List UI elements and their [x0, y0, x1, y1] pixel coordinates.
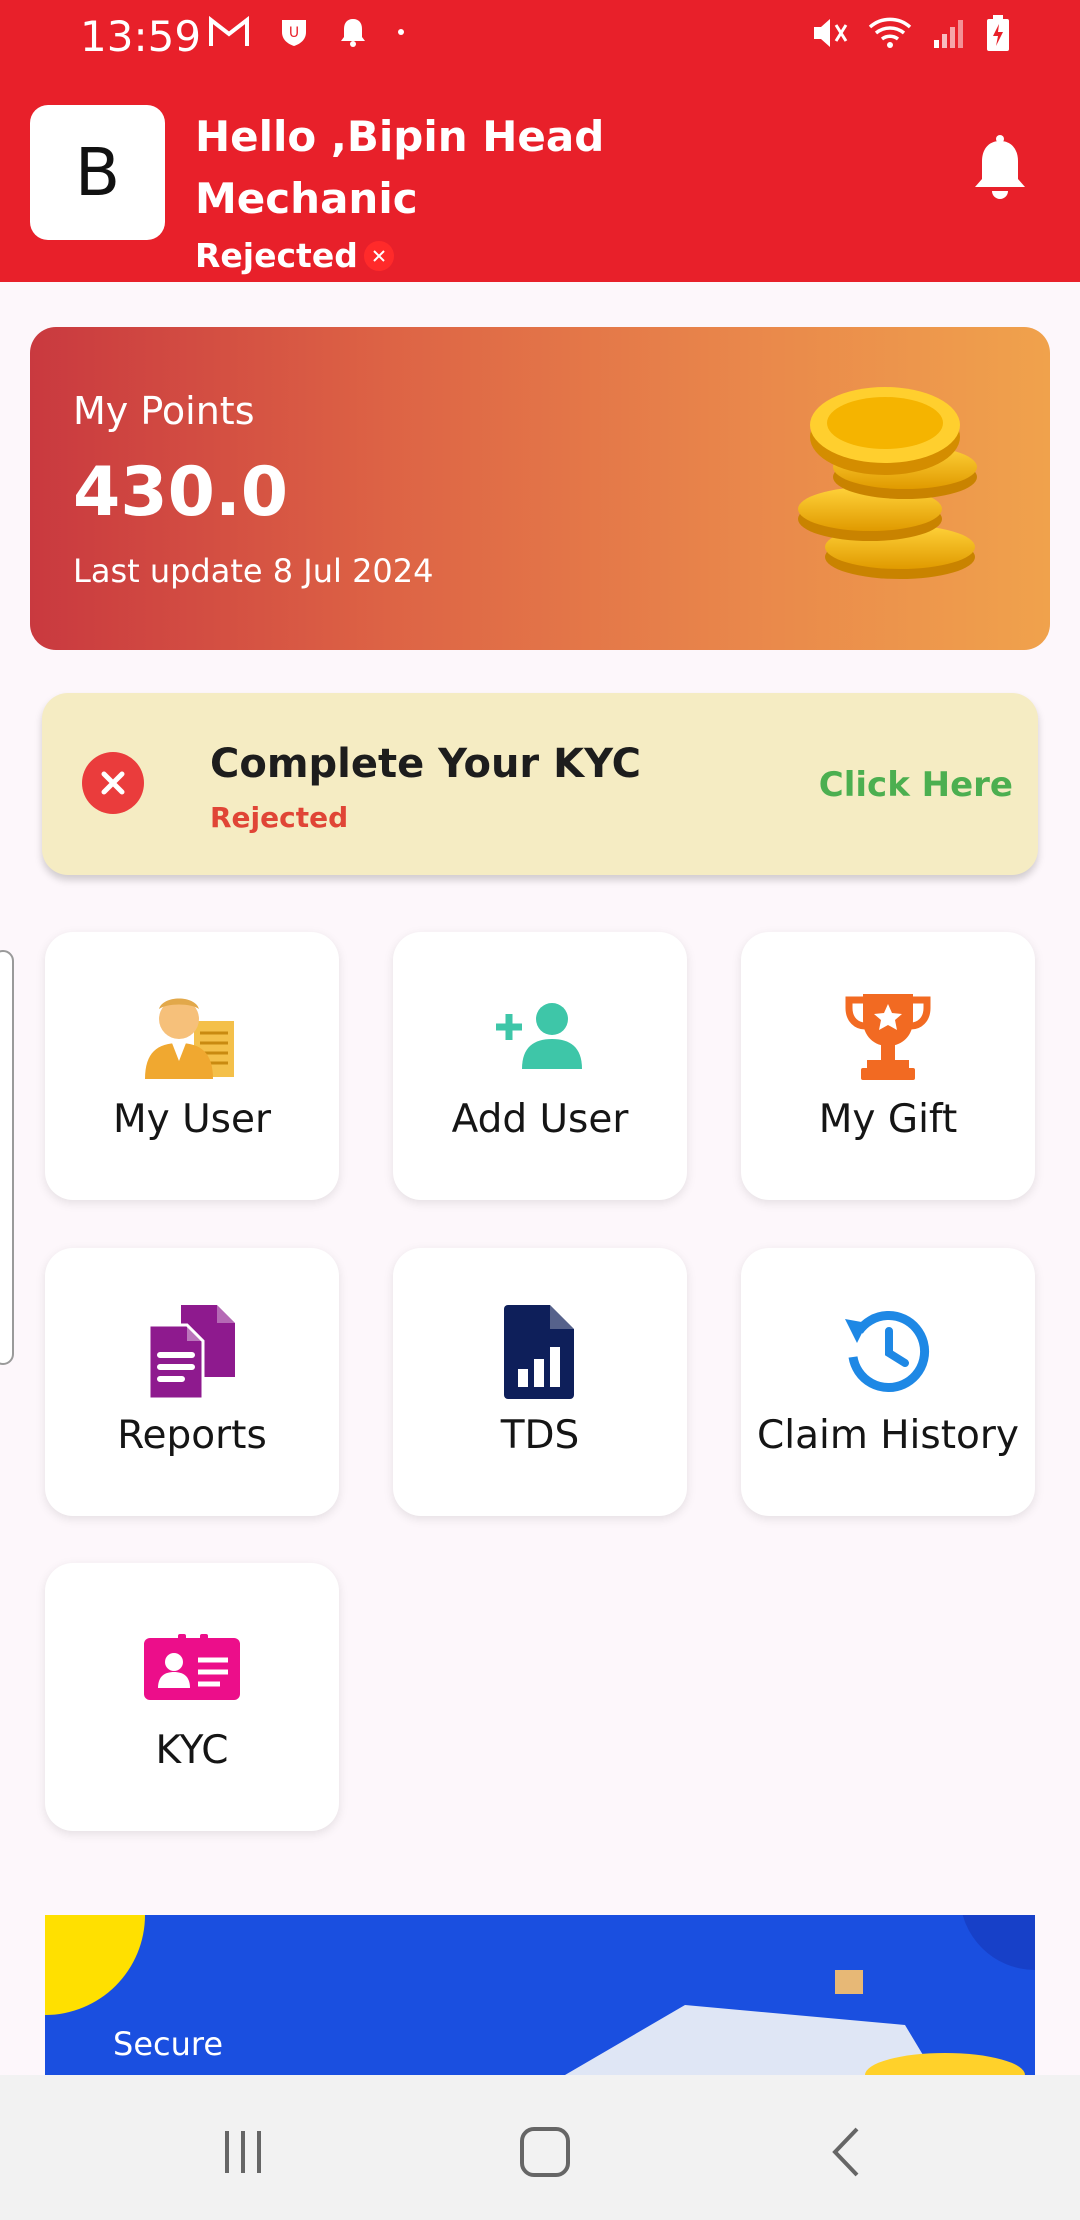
back-icon	[832, 2127, 859, 2177]
tile-tds[interactable]: TDS	[393, 1248, 687, 1516]
account-status-label: Rejected	[195, 236, 358, 275]
shield-app-icon: U	[282, 20, 306, 46]
file-chart-icon	[490, 1302, 590, 1402]
points-last-update: Last update 8 Jul 2024	[73, 552, 434, 590]
tile-label: KYC	[155, 1728, 229, 1773]
home-icon	[520, 2127, 570, 2177]
tile-kyc[interactable]: KYC	[45, 1563, 339, 1831]
edge-panel-handle[interactable]	[0, 950, 14, 1365]
account-status: Rejected	[195, 236, 394, 275]
add-user-icon	[490, 986, 590, 1086]
tile-my-gift[interactable]: My Gift	[741, 932, 1035, 1200]
svg-text:U: U	[289, 25, 299, 41]
recent-apps-button[interactable]	[208, 2117, 278, 2187]
trophy-icon	[838, 986, 938, 1086]
points-card[interactable]: My Points 430.0 Last update 8 Jul 2024	[30, 327, 1050, 650]
kyc-title: Complete Your KYC	[210, 741, 641, 787]
user-list-icon	[142, 986, 242, 1086]
notifications-bell-icon[interactable]	[970, 135, 1030, 205]
kyc-click-here-link[interactable]: Click Here	[819, 765, 1013, 805]
home-button[interactable]	[510, 2117, 580, 2187]
tile-label: My Gift	[818, 1097, 958, 1142]
battery-icon	[987, 15, 1009, 51]
tile-claim-history[interactable]: Claim History	[741, 1248, 1035, 1516]
promo-text: Secure	[113, 2025, 224, 2063]
tile-my-user[interactable]: My User	[45, 932, 339, 1200]
tile-label: Claim History	[757, 1413, 1019, 1458]
history-icon	[838, 1302, 938, 1402]
kyc-rejected-icon	[82, 752, 144, 814]
tile-label: Add User	[451, 1097, 629, 1142]
signal-icon	[934, 20, 963, 48]
tile-add-user[interactable]: Add User	[393, 932, 687, 1200]
tile-reports[interactable]: Reports	[45, 1248, 339, 1516]
app-header: 13:59 U B Hello ,Bipin Head Mechanic Rej…	[0, 0, 1080, 282]
documents-icon	[142, 1302, 242, 1402]
tile-label: Reports	[117, 1413, 267, 1458]
greeting-text: Hello ,Bipin Head Mechanic	[195, 112, 605, 223]
status-bar: 13:59 U	[0, 0, 1080, 72]
notification-bell-small-icon	[341, 19, 365, 47]
rejected-icon	[363, 240, 394, 271]
recent-apps-icon	[225, 2131, 261, 2173]
tile-label: TDS	[500, 1413, 580, 1458]
back-button[interactable]	[812, 2117, 882, 2187]
wifi-icon	[868, 17, 912, 48]
coins-icon	[798, 387, 977, 579]
dot-icon	[398, 29, 404, 35]
avatar[interactable]: B	[30, 105, 165, 240]
kyc-status: Rejected	[210, 801, 349, 834]
system-nav-bar	[0, 2075, 1080, 2220]
points-label: My Points	[73, 389, 255, 433]
gmail-icon	[209, 16, 249, 46]
kyc-banner[interactable]: Complete Your KYC Rejected Click Here	[42, 693, 1038, 875]
promo-banner[interactable]: Secure	[45, 1915, 1035, 2075]
tile-label: My User	[112, 1097, 272, 1142]
points-value: 430.0	[73, 453, 289, 532]
mute-icon	[814, 19, 848, 47]
status-time: 13:59	[80, 12, 202, 61]
id-card-icon	[142, 1617, 242, 1717]
